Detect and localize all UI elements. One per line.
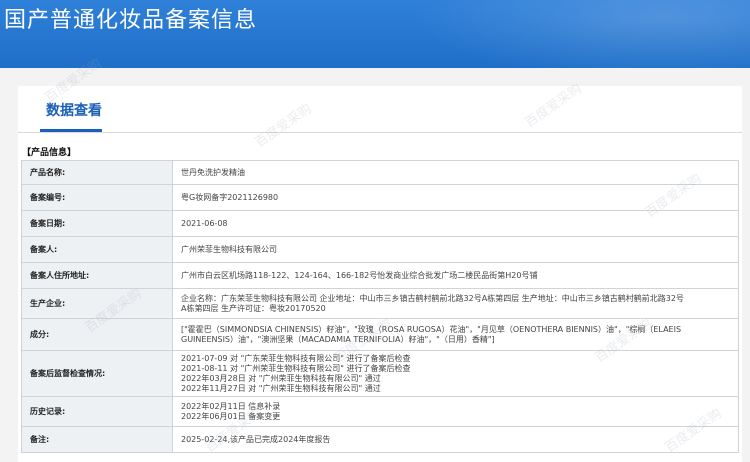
label-ingredients: 成分: [21, 318, 173, 351]
tab-bar: 数据查看 [18, 86, 742, 133]
ingredients-line: GUINEENSIS）油"，"澳洲坚果（MACADAMIA TERNIFOLIA… [181, 334, 495, 344]
table-row: 备案编号: 粤G妆网备字2021126980 [21, 184, 739, 211]
label-record-date: 备案日期: [21, 210, 173, 237]
table-row: 备案人: 广州荣菲生物科技有限公司 [21, 236, 739, 263]
label-post-inspection: 备案后监督检查情况: [21, 350, 173, 397]
label-manufacturer: 生产企业: [21, 288, 173, 319]
table-row: 历史记录: 2022年02月11日 信息补录 2022年06月01日 备案变更 [21, 396, 739, 427]
label-registrant-address: 备案人住所地址: [21, 262, 173, 289]
value-remarks: 2025-02-24,该产品已完成2024年度报告 [172, 426, 739, 453]
value-registrant-address: 广州市白云区机场路118-122、124-164、166-182号怡发商业综合批… [172, 262, 739, 289]
page-title: 国产普通化妆品备案信息 [4, 8, 258, 33]
table-row: 备案日期: 2021-06-08 [21, 210, 739, 237]
value-registrant: 广州荣菲生物科技有限公司 [172, 236, 739, 263]
value-manufacturer: 企业名称：广东荣菲生物科技有限公司 企业地址：中山市三乡镇古鹤村鹤前北路32号A… [172, 288, 739, 319]
inspection-line: 2022年03月28日 对 "广州荣菲生物科技有限公司" 通过 [181, 373, 381, 383]
product-info-table: 产品名称: 世丹免洗护发精油 备案编号: 粤G妆网备字2021126980 备案… [21, 160, 739, 453]
table-row: 成分: ["霍霍巴（SIMMONDSIA CHINENSIS）籽油"，"玫瑰（R… [21, 318, 739, 351]
history-line: 2022年02月11日 信息补录 [181, 401, 281, 411]
manufacturer-line: 企业名称：广东荣菲生物科技有限公司 企业地址：中山市三乡镇古鹤村鹤前北路32号A… [181, 293, 684, 303]
label-product-name: 产品名称: [21, 160, 173, 185]
tab-active-indicator [40, 129, 102, 132]
label-record-number: 备案编号: [21, 184, 173, 211]
inspection-line: 2021-08-11 对 "广州荣菲生物科技有限公司" 进行了备案后检查 [181, 363, 411, 373]
table-row: 备案后监督检查情况: 2021-07-09 对 "广东荣菲生物科技有限公司" 进… [21, 350, 739, 397]
value-record-number: 粤G妆网备字2021126980 [172, 184, 739, 211]
label-history: 历史记录: [21, 396, 173, 427]
ingredients-line: ["霍霍巴（SIMMONDSIA CHINENSIS）籽油"，"玫瑰（ROSA … [181, 324, 682, 334]
value-post-inspection: 2021-07-09 对 "广东荣菲生物科技有限公司" 进行了备案后检查 202… [172, 350, 739, 397]
content-panel: 数据查看 【产品信息】 产品名称: 世丹免洗护发精油 备案编号: 粤G妆网备字2… [18, 86, 742, 462]
value-history: 2022年02月11日 信息补录 2022年06月01日 备案变更 [172, 396, 739, 427]
label-remarks: 备注: [21, 426, 173, 453]
tab-data-view[interactable]: 数据查看 [46, 102, 102, 120]
value-record-date: 2021-06-08 [172, 210, 739, 237]
history-line: 2022年06月01日 备案变更 [181, 411, 281, 421]
table-row: 备案人住所地址: 广州市白云区机场路118-122、124-164、166-18… [21, 262, 739, 289]
label-registrant: 备案人: [21, 236, 173, 263]
table-row: 产品名称: 世丹免洗护发精油 [21, 160, 739, 185]
section-heading-product-info: 【产品信息】 [22, 148, 77, 158]
table-row: 生产企业: 企业名称：广东荣菲生物科技有限公司 企业地址：中山市三乡镇古鹤村鹤前… [21, 288, 739, 319]
value-product-name: 世丹免洗护发精油 [172, 160, 739, 185]
inspection-line: 2021-07-09 对 "广东荣菲生物科技有限公司" 进行了备案后检查 [181, 353, 411, 363]
header-banner: 国产普通化妆品备案信息 [0, 0, 750, 68]
value-ingredients: ["霍霍巴（SIMMONDSIA CHINENSIS）籽油"，"玫瑰（ROSA … [172, 318, 739, 351]
table-row: 备注: 2025-02-24,该产品已完成2024年度报告 [21, 426, 739, 453]
manufacturer-line: A栋第四层 生产许可证：粤妆20170520 [181, 303, 326, 313]
inspection-line: 2022年11月27日 对 "广州荣菲生物科技有限公司" 通过 [181, 383, 381, 393]
